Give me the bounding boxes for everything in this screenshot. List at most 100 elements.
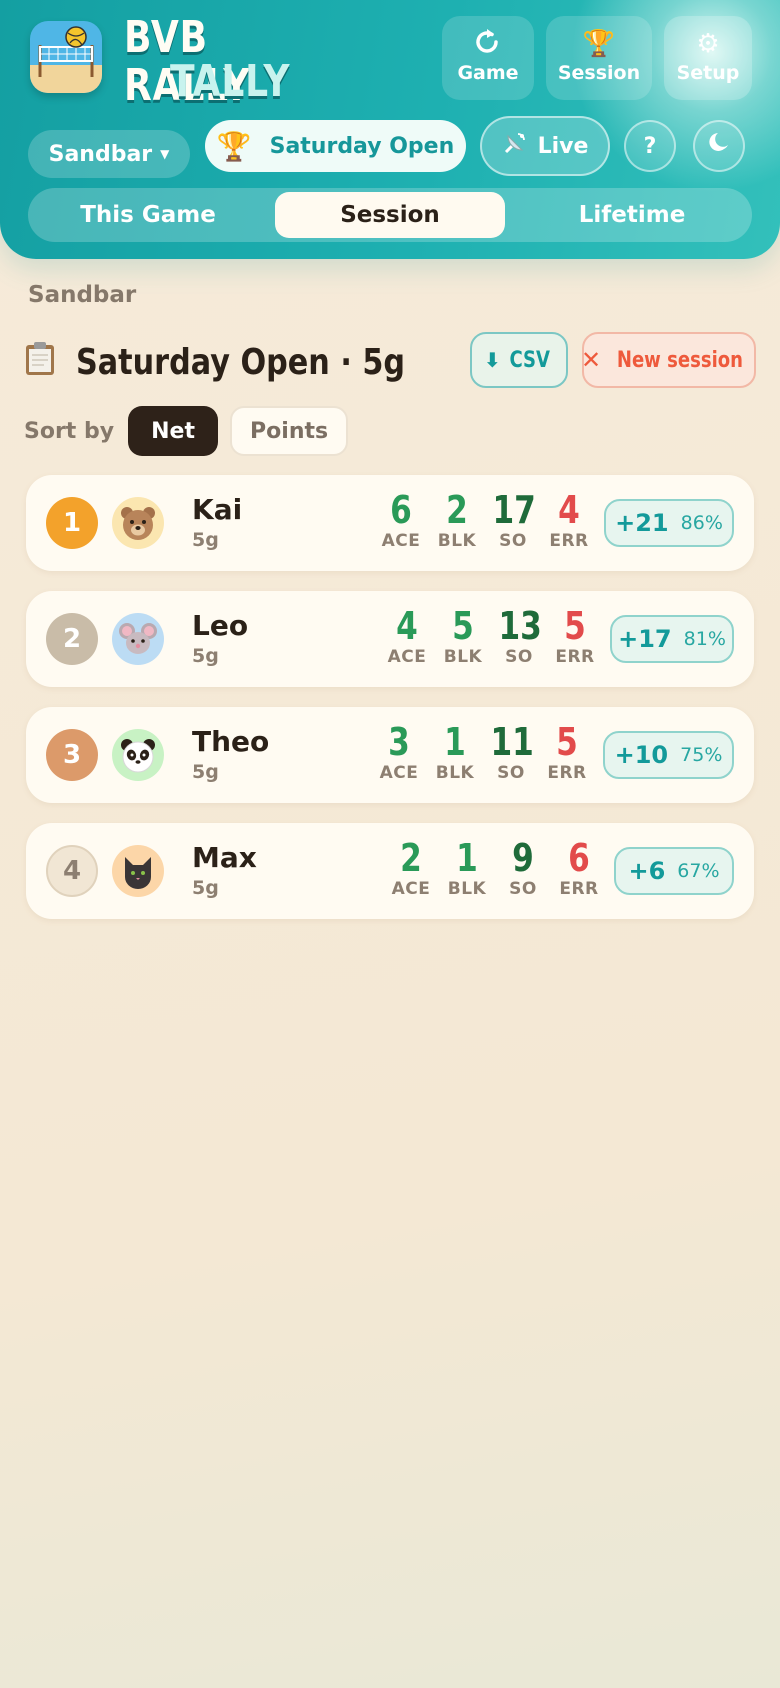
group-selector-label: Sandbar [48, 141, 153, 167]
blk-stat: 5 BLK [438, 605, 488, 667]
sort-controls: Sort by Net Points [24, 406, 349, 456]
win-percent: 75% [680, 744, 723, 766]
new-session-label: New session [616, 347, 744, 373]
cat-icon [112, 845, 164, 897]
so-label: SO [505, 647, 533, 667]
so-stat: 17 SO [488, 489, 538, 551]
live-button[interactable]: Live [480, 116, 610, 176]
new-session-button[interactable]: ✕ New session [581, 332, 756, 388]
group-selector[interactable]: Sandbar ▼ [28, 130, 190, 178]
rank-badge: 1 [46, 497, 98, 549]
blk-stat: 1 BLK [442, 837, 492, 899]
win-percent: 81% [683, 628, 726, 650]
err-stat: 5 ERR [542, 721, 592, 783]
ace-stat: 6 ACE [376, 489, 426, 551]
sort-net-button[interactable]: Net [128, 406, 219, 456]
bear-icon [112, 497, 164, 549]
tab-lifetime[interactable]: Lifetime [512, 192, 752, 238]
so-stat: 11 SO [486, 721, 536, 783]
help-icon: ? [643, 133, 657, 159]
err-stat: 4 ERR [544, 489, 594, 551]
net-value: +17 [618, 625, 672, 653]
close-icon: ✕ [581, 346, 602, 374]
net-value: +10 [614, 741, 669, 769]
current-session-name: Saturday Open [269, 133, 455, 159]
gear-icon: ⚙ [696, 29, 720, 59]
blk-label: BLK [435, 763, 475, 783]
blk-value: 2 [446, 488, 468, 532]
game-nav-button[interactable]: Game [442, 16, 534, 100]
ace-value: 2 [400, 836, 422, 880]
sort-points-button[interactable]: Points [230, 406, 349, 456]
session-nav-label: Session [557, 62, 641, 84]
export-csv-button[interactable]: ⬇ CSV [470, 332, 568, 388]
ace-label: ACE [391, 879, 431, 899]
err-stat: 5 ERR [550, 605, 600, 667]
so-value: 17 [492, 488, 536, 532]
ace-value: 4 [396, 604, 418, 648]
session-title: Saturday Open · 5g [76, 341, 406, 383]
blk-label: BLK [447, 879, 487, 899]
so-label: SO [509, 879, 537, 899]
download-icon: ⬇ [483, 348, 501, 372]
dark-mode-toggle[interactable] [693, 120, 745, 172]
player-games: 5g [192, 645, 219, 667]
blk-value: 1 [456, 836, 478, 880]
tab-session[interactable]: Session [275, 192, 505, 238]
trophy-icon: 🏆 [582, 29, 616, 59]
clipboard-icon [24, 341, 56, 383]
session-nav-button[interactable]: 🏆 Session [546, 16, 652, 100]
so-stat: 13 SO [494, 605, 544, 667]
player-games: 5g [192, 529, 219, 551]
player-name: Max [192, 841, 257, 874]
player-card[interactable]: 1 Kai 5g 6 ACE 2 BLK 17 SO 4 ERR +21 86% [26, 475, 754, 571]
session-title-row: Saturday Open · 5g [24, 340, 468, 384]
caret-down-icon: ▼ [160, 147, 170, 161]
player-card[interactable]: 3 Theo 5g 3 ACE 1 BLK 11 SO 5 ERR +10 75% [26, 707, 754, 803]
player-name: Theo [192, 725, 270, 758]
setup-nav-button[interactable]: ⚙ Setup [664, 16, 752, 100]
help-button[interactable]: ? [624, 120, 676, 172]
ace-label: ACE [387, 647, 427, 667]
err-value: 4 [558, 488, 580, 532]
ace-label: ACE [379, 763, 419, 783]
err-label: ERR [559, 879, 599, 899]
err-label: ERR [555, 647, 595, 667]
err-value: 6 [568, 836, 590, 880]
net-badge: +6 67% [614, 847, 734, 895]
moon-icon [706, 130, 732, 162]
rank-badge: 2 [46, 613, 98, 665]
so-value: 9 [512, 836, 534, 880]
mouse-icon [112, 613, 164, 665]
err-value: 5 [564, 604, 586, 648]
setup-nav-label: Setup [676, 62, 740, 84]
scope-tabs: This Game Session Lifetime [28, 188, 752, 242]
ace-stat: 2 ACE [386, 837, 436, 899]
so-label: SO [497, 763, 525, 783]
group-heading: Sandbar [28, 282, 137, 308]
ace-stat: 4 ACE [382, 605, 432, 667]
so-value: 13 [498, 604, 542, 648]
so-value: 11 [490, 720, 534, 764]
sort-by-label: Sort by [24, 418, 115, 444]
win-percent: 86% [680, 512, 723, 534]
player-card[interactable]: 4 Max 5g 2 ACE 1 BLK 9 SO 6 ERR +6 67% [26, 823, 754, 919]
csv-label: CSV [509, 347, 550, 373]
err-stat: 6 ERR [554, 837, 604, 899]
player-name: Leo [192, 609, 249, 642]
tab-this-game[interactable]: This Game [28, 192, 268, 238]
net-badge: +17 81% [610, 615, 734, 663]
ace-value: 3 [388, 720, 410, 764]
net-value: +21 [615, 509, 669, 537]
player-card[interactable]: 2 Leo 5g 4 ACE 5 BLK 13 SO 5 ERR +17 81% [26, 591, 754, 687]
net-badge: +10 75% [603, 731, 734, 779]
net-badge: +21 86% [604, 499, 734, 547]
ace-stat: 3 ACE [374, 721, 424, 783]
blk-stat: 2 BLK [432, 489, 482, 551]
so-stat: 9 SO [498, 837, 548, 899]
player-games: 5g [192, 877, 219, 899]
current-session-pill[interactable]: 🏆 Saturday Open [205, 120, 466, 172]
net-value: +6 [628, 857, 666, 885]
game-nav-label: Game [457, 62, 519, 84]
trophy-icon: 🏆 [216, 129, 252, 163]
